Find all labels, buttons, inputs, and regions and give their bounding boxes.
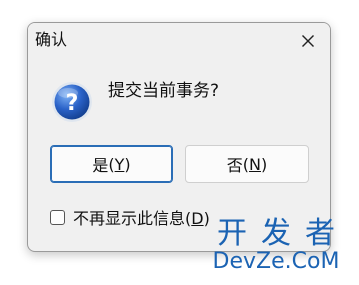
yes-button[interactable]: 是(Y): [50, 145, 173, 183]
yes-close-paren: ): [124, 154, 131, 174]
site-watermark: 开发者 DevZe.CoM: [201, 218, 351, 278]
no-mnemonic: N: [249, 154, 261, 174]
close-icon: [302, 35, 314, 47]
svg-text:?: ?: [66, 91, 79, 116]
close-button[interactable]: [296, 29, 320, 53]
dont-show-again-text: 不再显示此信息: [73, 209, 186, 228]
title-bar: 确认: [28, 23, 330, 59]
yes-button-label: 是: [92, 156, 109, 175]
dialog-title: 确认: [35, 30, 68, 49]
question-icon: ?: [52, 82, 92, 122]
dialog-message: 提交当前事务?: [108, 81, 220, 101]
no-close-paren: ): [260, 154, 268, 174]
dont-show-again-label: 不再显示此信息(D): [73, 209, 210, 228]
page: 确认 ? 提交当前事务? 是(Y) 否 (N) 不再显示此信息(D) 开发者…: [0, 0, 359, 285]
watermark-line1: 开发者: [217, 216, 349, 251]
dont-show-again-row[interactable]: 不再显示此信息(D): [50, 206, 210, 228]
dont-show-again-checkbox[interactable]: [50, 209, 65, 225]
yes-mnemonic: Y: [114, 154, 125, 174]
watermark-line2: DevZe.CoM: [212, 249, 340, 274]
no-button-label: 否: [226, 156, 243, 175]
no-button[interactable]: 否(N): [185, 145, 309, 183]
